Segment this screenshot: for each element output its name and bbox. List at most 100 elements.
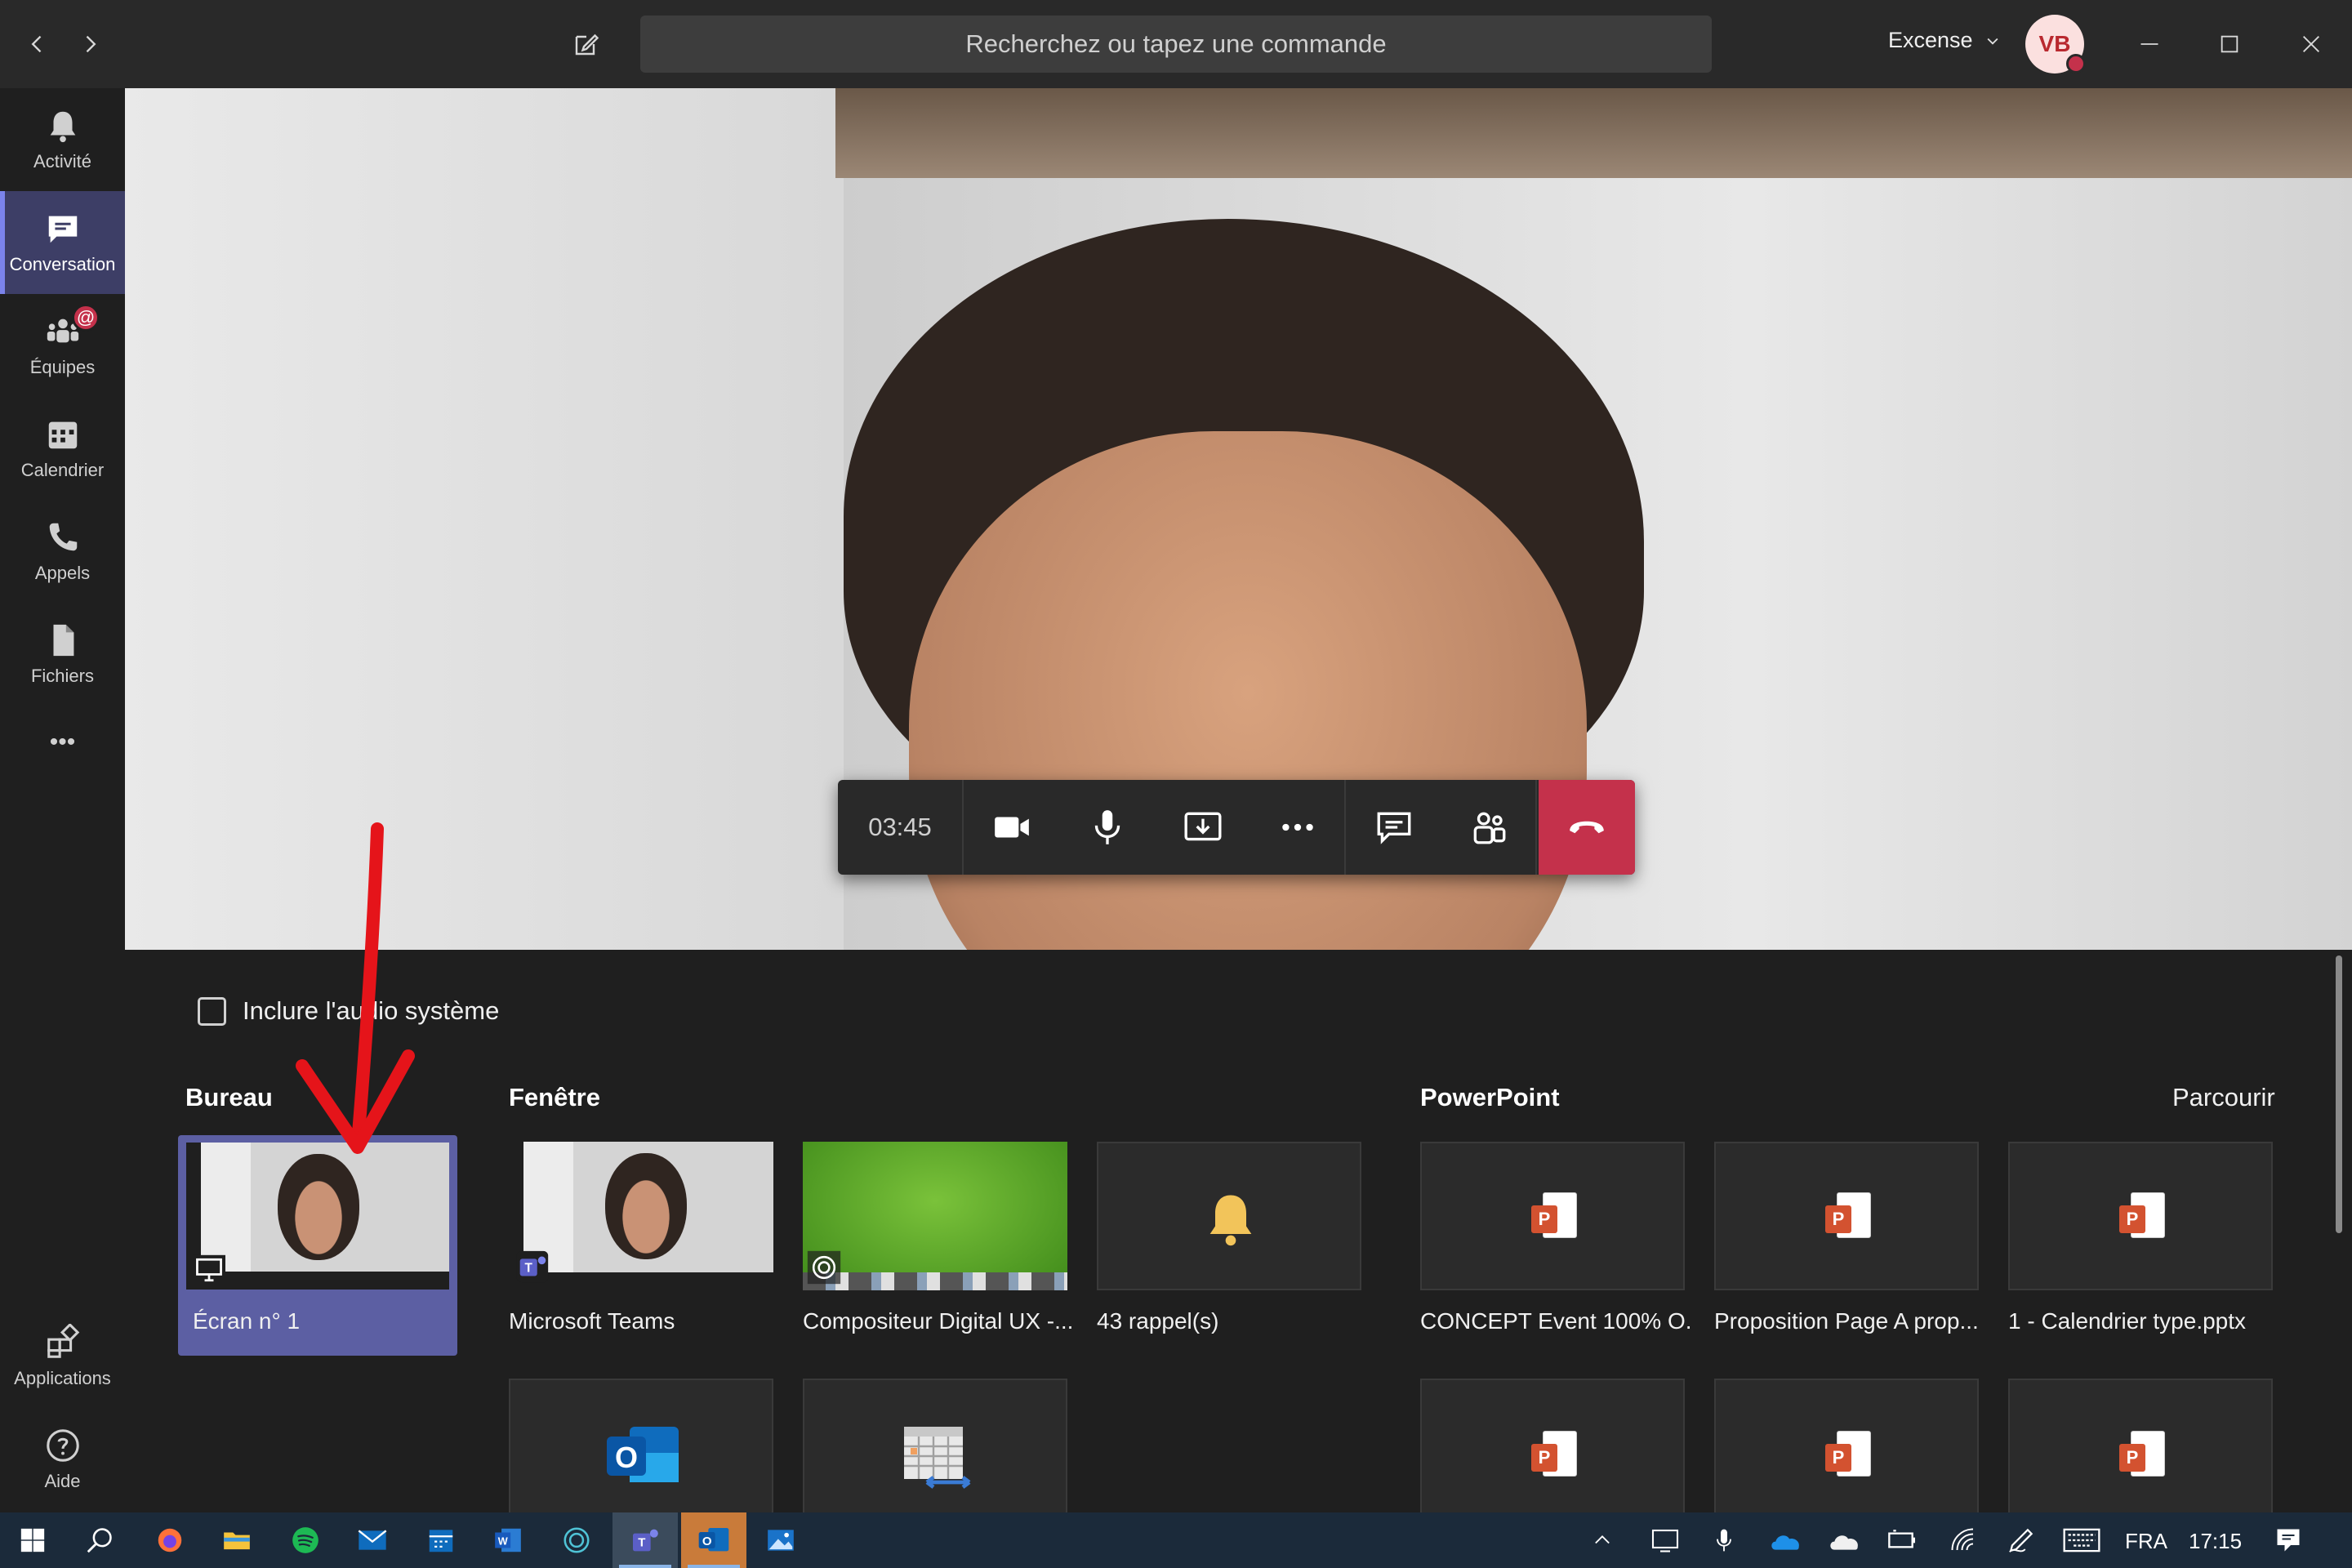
search-placeholder: Recherchez ou tapez une commande	[965, 29, 1387, 58]
monitor-icon	[193, 1254, 225, 1285]
more-icon	[1281, 823, 1313, 831]
tile-label: Compositeur Digital UX -...	[803, 1308, 1072, 1334]
onedrive-icon	[1771, 1535, 1799, 1550]
svg-text:W: W	[498, 1536, 508, 1548]
rail-item-help[interactable]: Aide	[0, 1408, 125, 1511]
tray-microphone[interactable]	[1695, 1512, 1753, 1568]
powerpoint-icon: P	[1531, 1192, 1577, 1243]
rail-item-files[interactable]: Fichiers	[0, 603, 125, 706]
close-button[interactable]	[2290, 23, 2332, 65]
taskbar-word[interactable]: W	[475, 1512, 541, 1568]
show-conversation-button[interactable]	[1346, 780, 1441, 875]
microphone-button[interactable]	[1059, 780, 1155, 875]
share-screen-button[interactable]	[1155, 780, 1250, 875]
powerpoint-icon: P	[2119, 1192, 2165, 1243]
start-button[interactable]	[0, 1512, 65, 1568]
help-icon	[46, 1429, 79, 1462]
call-timer: 03:45	[838, 780, 964, 875]
rail-item-activity[interactable]: Activité	[0, 88, 125, 191]
chat-icon	[48, 216, 77, 243]
taskbar-outlook[interactable]: O	[681, 1512, 746, 1568]
minimize-button[interactable]	[2128, 23, 2171, 65]
close-icon	[2303, 36, 2319, 52]
video-camera-icon	[994, 817, 1029, 838]
taskbar-firefox[interactable]	[137, 1512, 203, 1568]
teams-app-icon: T	[633, 1529, 658, 1552]
back-button[interactable]	[16, 23, 59, 65]
tray-onedrive-personal[interactable]	[1815, 1512, 1873, 1568]
section-title-window: Fenêtre	[509, 1083, 600, 1111]
powerpoint-icon: P	[1531, 1431, 1577, 1481]
show-participants-button[interactable]	[1441, 780, 1537, 875]
compositeur-app-icon	[807, 1250, 841, 1285]
tray-network[interactable]	[1934, 1512, 1993, 1568]
rail-item-calls[interactable]: Appels	[0, 500, 125, 603]
tray-display[interactable]	[1637, 1512, 1694, 1568]
tile-label: Proposition Page A prop...	[1714, 1308, 1979, 1334]
maximize-button[interactable]	[2208, 23, 2251, 65]
tray-onedrive[interactable]	[1756, 1512, 1815, 1568]
taskbar-search-button[interactable]	[67, 1512, 132, 1568]
powerpoint-tile[interactable]: P	[1420, 1142, 1685, 1290]
tile-label: Écran n° 1	[193, 1308, 301, 1334]
mention-badge: @	[72, 304, 100, 332]
taskbar-teams[interactable]: T	[612, 1512, 678, 1568]
window-tile-outlook[interactable]: O	[509, 1379, 773, 1514]
forward-button[interactable]	[69, 23, 111, 65]
rail-item-calendar[interactable]: Calendrier	[0, 397, 125, 500]
tray-scrollbar[interactable]	[2336, 956, 2342, 1233]
outlook-icon: O	[698, 1528, 729, 1552]
powerpoint-icon: P	[1825, 1192, 1871, 1243]
taskbar-calendar[interactable]	[408, 1512, 474, 1568]
rail-item-applications[interactable]: Applications	[0, 1305, 125, 1408]
display-icon	[1651, 1529, 1679, 1552]
tile-label: 1 - Calendrier type.pptx	[2008, 1308, 2247, 1334]
taskbar-spotify[interactable]	[273, 1512, 338, 1568]
calendar-icon	[48, 421, 77, 449]
search-input[interactable]: Recherchez ou tapez une commande	[640, 16, 1712, 73]
tray-battery[interactable]	[1873, 1512, 1932, 1568]
org-name: Excense	[1888, 28, 1973, 52]
cloud-icon	[1830, 1535, 1858, 1550]
powerpoint-tile[interactable]: P	[1420, 1379, 1685, 1514]
rail-label: Applications	[14, 1368, 111, 1388]
powerpoint-tile[interactable]: P	[2008, 1379, 2273, 1514]
rail-item-teams[interactable]: Équipes @	[0, 294, 125, 397]
outlook-icon: O	[607, 1427, 679, 1482]
camera-button[interactable]	[964, 780, 1059, 875]
window-tile-reminders[interactable]	[1097, 1142, 1361, 1290]
chat-icon	[1377, 812, 1410, 844]
compose-icon	[575, 33, 599, 56]
taskbar-compositeur[interactable]	[544, 1512, 609, 1568]
hang-up-button[interactable]	[1539, 780, 1635, 875]
svg-text:T: T	[525, 1262, 533, 1276]
chevron-down-icon	[1987, 38, 1998, 45]
rail-more-button[interactable]: •••	[0, 706, 125, 779]
call-controls: 03:45	[838, 780, 1635, 875]
taskbar-photos[interactable]	[748, 1512, 813, 1568]
tray-clock[interactable]: 17:15	[2189, 1529, 2242, 1554]
include-audio-checkbox[interactable]	[198, 997, 226, 1026]
org-switcher[interactable]: Excense	[1888, 28, 2001, 53]
tile-label: Microsoft Teams	[509, 1308, 675, 1334]
powerpoint-tile[interactable]: P	[1714, 1142, 1979, 1290]
window-tile-teams[interactable]: T	[509, 1142, 773, 1290]
new-chat-button[interactable]	[565, 23, 608, 65]
more-actions-button[interactable]	[1250, 780, 1346, 875]
taskbar-file-explorer[interactable]	[204, 1512, 270, 1568]
tray-touch-keyboard[interactable]	[2051, 1512, 2112, 1568]
powerpoint-tile[interactable]: P	[2008, 1142, 2273, 1290]
video-background	[125, 88, 844, 950]
window-tile-compositeur[interactable]	[803, 1142, 1067, 1290]
powerpoint-tile[interactable]: P	[1714, 1379, 1979, 1514]
powerpoint-icon: P	[2119, 1431, 2165, 1481]
window-tile-calendar-app[interactable]	[803, 1379, 1067, 1514]
tray-language[interactable]: FRA	[2125, 1529, 2167, 1554]
show-hidden-icons-button[interactable]	[1578, 1512, 1627, 1568]
taskbar-mail[interactable]	[340, 1512, 405, 1568]
tray-pen[interactable]	[1993, 1512, 2050, 1568]
browse-link[interactable]: Parcourir	[2172, 1083, 2275, 1112]
action-center-button[interactable]	[2259, 1512, 2318, 1568]
rail-item-conversation[interactable]: Conversation	[0, 191, 125, 294]
desktop-thumbnail	[186, 1143, 449, 1290]
